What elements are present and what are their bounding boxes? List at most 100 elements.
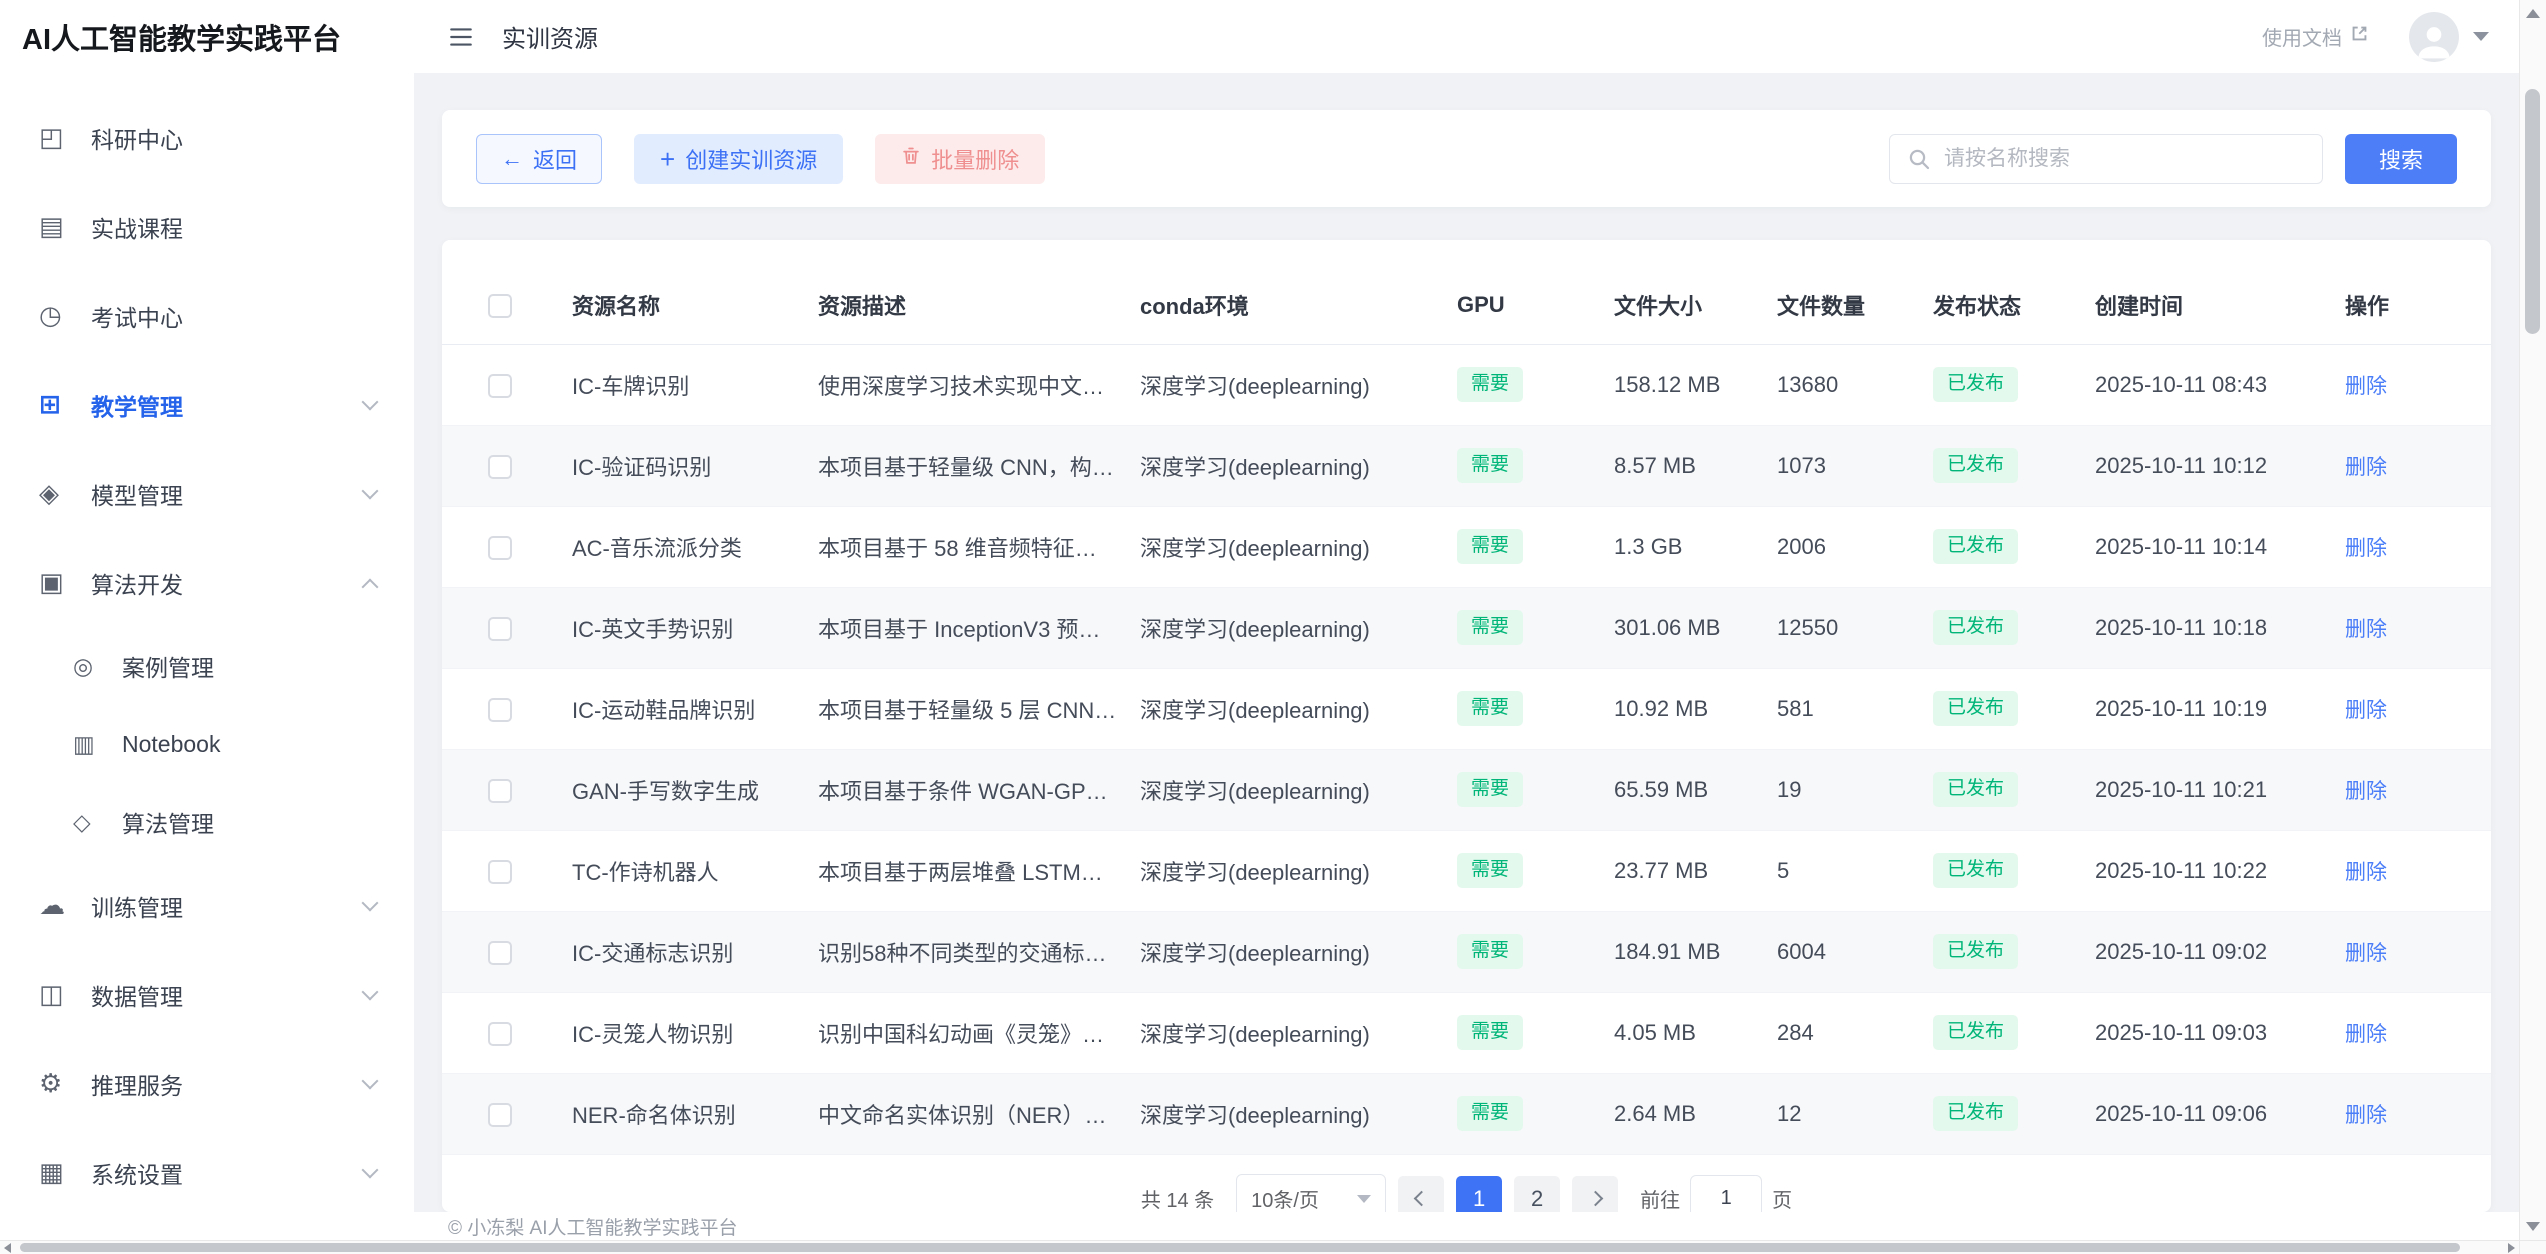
resource-desc: 使用深度学习技术实现中文… [818,374,1104,399]
page-button-2[interactable]: 2 [1514,1176,1560,1213]
file-count: 284 [1777,1020,1814,1045]
page-button-1[interactable]: 1 [1456,1176,1502,1213]
search-input[interactable] [1889,134,2323,184]
gpu-badge: 需要 [1457,610,1523,645]
row-checkbox[interactable] [488,455,512,479]
resource-name: GAN-手写数字生成 [572,779,759,804]
file-count: 19 [1777,777,1801,802]
docs-link-label: 使用文档 [2262,22,2342,51]
resource-desc: 本项目基于 58 维音频特征… [818,536,1097,561]
conda-env: 深度学习(deeplearning) [1140,698,1370,723]
delete-link[interactable]: 删除 [2345,456,2387,479]
search-button[interactable]: 搜索 [2345,134,2457,184]
delete-link[interactable]: 删除 [2345,861,2387,884]
chevron-left-icon [1413,1191,1429,1207]
resource-desc: 中文命名实体识别（NER）… [818,1103,1106,1128]
vertical-scrollbar[interactable] [2519,0,2546,1240]
scroll-down-arrow-icon[interactable] [2526,1222,2540,1231]
sidebar-item-label: 算法开发 [91,566,183,600]
avatar[interactable] [2409,12,2459,62]
row-checkbox[interactable] [488,536,512,560]
horizontal-scrollbar-thumb[interactable] [20,1243,2460,1252]
sidebar-item-model-management[interactable]: ◈ 模型管理 [0,449,414,538]
select-all-checkbox[interactable] [488,294,512,318]
sidebar-item-system-settings[interactable]: ▦ 系统设置 [0,1128,414,1217]
vertical-scrollbar-thumb[interactable] [2525,89,2540,334]
sidebar-subitem-label: 案例管理 [122,649,214,683]
sidebar-item-label: 数据管理 [91,978,183,1012]
delete-link[interactable]: 删除 [2345,537,2387,560]
sidebar-item-exam-center[interactable]: ◷ 考试中心 [0,271,414,360]
sidebar-item-inference-service[interactable]: ⚙ 推理服务 [0,1039,414,1128]
row-checkbox[interactable] [488,860,512,884]
gpu-badge: 需要 [1457,691,1523,726]
file-size: 23.77 MB [1614,858,1708,883]
sidebar-item-teaching-management[interactable]: ⊞ 教学管理 [0,360,414,449]
row-checkbox[interactable] [488,779,512,803]
table-row: IC-交通标志识别 识别58种不同类型的交通标… 深度学习(deeplearni… [442,911,2491,992]
next-page-button[interactable] [1572,1176,1618,1213]
scroll-up-arrow-icon[interactable] [2526,9,2540,18]
resource-name: IC-灵笼人物识别 [572,1022,733,1047]
settings-grid-icon: ▦ [39,1157,91,1188]
jump-label: 前往 [1640,1184,1680,1212]
file-size: 65.59 MB [1614,777,1708,802]
sidebar-item-practice-courses[interactable]: ▤ 实战课程 [0,182,414,271]
created-time: 2025-10-11 09:03 [2095,1020,2267,1045]
delete-link[interactable]: 删除 [2345,699,2387,722]
table-row: AC-音乐流派分类 本项目基于 58 维音频特征… 深度学习(deeplearn… [442,506,2491,587]
chevron-down-icon [1357,1195,1371,1203]
page-size-value: 10条/页 [1251,1184,1319,1212]
delete-link[interactable]: 删除 [2345,1104,2387,1127]
conda-env: 深度学习(deeplearning) [1140,1103,1370,1128]
create-resource-button[interactable]: + 创建实训资源 [634,134,843,184]
table-row: IC-运动鞋品牌识别 本项目基于轻量级 5 层 CNN… 深度学习(deeple… [442,668,2491,749]
row-checkbox[interactable] [488,374,512,398]
delete-link[interactable]: 删除 [2345,1023,2387,1046]
conda-env: 深度学习(deeplearning) [1140,779,1370,804]
sidebar-item-research-center[interactable]: ◰ 科研中心 [0,93,414,182]
app-root: AI人工智能教学实践平台 实训资源 使用文档 ◰ 科研中心 ▤ 实战课程 [0,0,2546,1254]
sidebar-item-data-management[interactable]: ◫ 数据管理 [0,950,414,1039]
sidebar-item-training-management[interactable]: ☁ 训练管理 [0,861,414,950]
toolbar-search-group: 搜索 [1889,134,2457,184]
jump-page-input[interactable] [1690,1175,1762,1213]
collapse-menu-icon[interactable] [448,24,474,50]
docs-link[interactable]: 使用文档 [2262,22,2369,51]
avatar-caret-icon[interactable] [2473,32,2489,41]
row-checkbox[interactable] [488,941,512,965]
row-checkbox[interactable] [488,1022,512,1046]
sidebar-subitem-label: Notebook [122,731,220,758]
chevron-down-icon [362,894,379,911]
row-checkbox[interactable] [488,698,512,722]
delete-link[interactable]: 删除 [2345,942,2387,965]
file-size: 4.05 MB [1614,1020,1696,1045]
batch-delete-button[interactable]: 批量删除 [875,134,1045,184]
sidebar-subitem-case-management[interactable]: ◎ 案例管理 [0,627,414,705]
horizontal-scrollbar[interactable] [0,1240,2519,1254]
row-checkbox[interactable] [488,1103,512,1127]
sidebar-subitem-algorithm-management[interactable]: ◇ 算法管理 [0,783,414,861]
delete-link[interactable]: 删除 [2345,618,2387,641]
delete-link[interactable]: 删除 [2345,780,2387,803]
resource-desc: 识别58种不同类型的交通标… [818,941,1106,966]
file-size: 8.57 MB [1614,453,1696,478]
delete-link[interactable]: 删除 [2345,375,2387,398]
chevron-down-icon [362,983,379,1000]
created-time: 2025-10-11 10:14 [2095,534,2267,559]
row-checkbox[interactable] [488,617,512,641]
file-count: 2006 [1777,534,1826,559]
sidebar-subitem-notebook[interactable]: ▥ Notebook [0,705,414,783]
file-count: 12 [1777,1101,1801,1126]
sidebar-item-algorithm-development[interactable]: ▣ 算法开发 [0,538,414,627]
page-size-select[interactable]: 10条/页 [1236,1174,1386,1213]
back-button[interactable]: ← 返回 [476,134,602,184]
scroll-right-arrow-icon[interactable] [2508,1243,2515,1253]
trash-icon [901,146,921,172]
top-header: AI人工智能教学实践平台 实训资源 使用文档 [0,0,2519,73]
resource-name: TC-作诗机器人 [572,860,719,885]
scroll-left-arrow-icon[interactable] [4,1243,11,1253]
table-row: IC-灵笼人物识别 识别中国科幻动画《灵笼》… 深度学习(deeplearnin… [442,992,2491,1073]
prev-page-button[interactable] [1398,1176,1444,1213]
sidebar-item-label: 科研中心 [91,121,183,155]
